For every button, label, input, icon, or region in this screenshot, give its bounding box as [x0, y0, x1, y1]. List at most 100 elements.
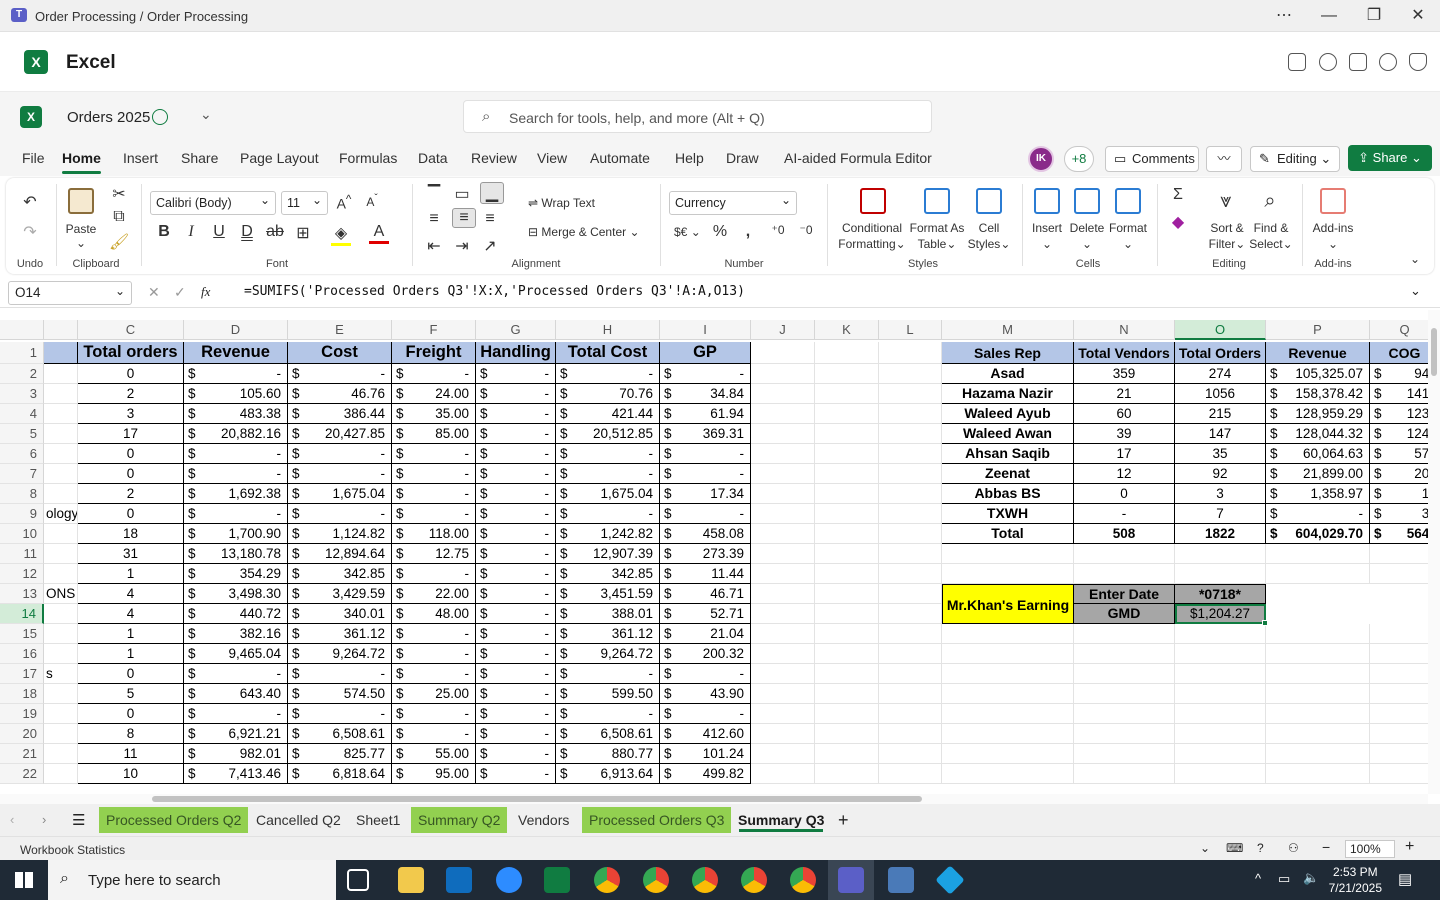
- money-cell-d[interactable]: $13,180.78: [184, 544, 288, 564]
- grid-cell[interactable]: [751, 604, 815, 624]
- grid-cell[interactable]: [751, 744, 815, 764]
- grid-cell[interactable]: [1370, 684, 1428, 704]
- cell-b-partial[interactable]: [44, 564, 78, 584]
- money-cell-h[interactable]: $880.77: [556, 744, 660, 764]
- money-cell-d[interactable]: $20,882.16: [184, 424, 288, 444]
- font-color-icon[interactable]: A: [369, 223, 389, 244]
- more-collaborators[interactable]: +8: [1064, 146, 1094, 172]
- total-orders-cell[interactable]: 0: [78, 364, 184, 384]
- grid-cell[interactable]: [1370, 624, 1428, 644]
- grid-cell[interactable]: [815, 744, 879, 764]
- task-view-icon[interactable]: [347, 869, 369, 891]
- grid-cell[interactable]: [751, 424, 815, 444]
- earning-amount-cell[interactable]: $1,204.27: [1175, 604, 1266, 624]
- header-i[interactable]: GP: [660, 342, 751, 364]
- cell-b-partial[interactable]: [44, 444, 78, 464]
- grid-cell[interactable]: [815, 384, 879, 404]
- horizontal-scrollbar[interactable]: [0, 794, 1428, 804]
- money-cell-h[interactable]: $ -: [556, 504, 660, 524]
- money-cell-g[interactable]: $ -: [476, 664, 556, 684]
- right-cell-m[interactable]: Zeenat: [942, 464, 1074, 484]
- taskbar-search-input[interactable]: Type here to search: [88, 872, 221, 889]
- taskbar-search[interactable]: ⌕ Type here to search: [48, 860, 336, 900]
- grid-cell[interactable]: [1266, 544, 1370, 564]
- grid-cell[interactable]: [1074, 624, 1175, 644]
- cell-b-partial[interactable]: [44, 484, 78, 504]
- money-cell-d[interactable]: $ -: [184, 444, 288, 464]
- status-chevron-icon[interactable]: ⌄: [1200, 841, 1210, 855]
- increase-indent-icon[interactable]: ⇥: [452, 236, 472, 256]
- row-header-15[interactable]: 15: [0, 624, 44, 644]
- cell-b-partial[interactable]: [44, 764, 78, 784]
- money-cell-i[interactable]: $ -: [660, 504, 751, 524]
- grid-cell[interactable]: [1074, 544, 1175, 564]
- header-f[interactable]: Freight: [392, 342, 476, 364]
- grid-cell[interactable]: [1266, 764, 1370, 784]
- gmd-label[interactable]: GMD: [1074, 604, 1175, 624]
- sheet-tab-sheet1[interactable]: Sheet1: [349, 807, 407, 833]
- right-money-p[interactable]: $128,959.29: [1266, 404, 1370, 424]
- right-cell-n[interactable]: 12: [1074, 464, 1175, 484]
- grid-cell[interactable]: [815, 464, 879, 484]
- insert-cells-icon[interactable]: [1034, 188, 1060, 214]
- money-cell-h[interactable]: $12,907.39: [556, 544, 660, 564]
- cell-b-partial[interactable]: ology: [44, 504, 78, 524]
- avatar[interactable]: IK: [1028, 146, 1054, 172]
- row-header-3[interactable]: 3: [0, 384, 44, 404]
- tab-data[interactable]: Data: [418, 150, 448, 166]
- grid-cell[interactable]: [815, 684, 879, 704]
- header-h[interactable]: Total Cost: [556, 342, 660, 364]
- money-cell-g[interactable]: $ -: [476, 544, 556, 564]
- money-cell-i[interactable]: $101.24: [660, 744, 751, 764]
- right-money-q[interactable]: $94,: [1370, 364, 1428, 384]
- grid-cell[interactable]: [1266, 564, 1370, 584]
- grid-cell[interactable]: [879, 624, 942, 644]
- total-orders-cell[interactable]: 1: [78, 624, 184, 644]
- fill-handle[interactable]: [1262, 620, 1268, 626]
- network-icon[interactable]: ▭: [1278, 871, 1290, 887]
- minimize-button[interactable]: —: [1309, 4, 1349, 28]
- grow-font-icon[interactable]: A^: [334, 193, 354, 212]
- all-sheets-icon[interactable]: ☰: [72, 811, 85, 829]
- column-header-m[interactable]: M: [942, 320, 1074, 340]
- double-underline-icon[interactable]: D: [237, 223, 257, 241]
- money-cell-e[interactable]: $6,818.64: [288, 764, 392, 784]
- grid-cell[interactable]: [1370, 744, 1428, 764]
- grid-cell[interactable]: [879, 664, 942, 684]
- restore-button[interactable]: ❐: [1354, 4, 1394, 28]
- total-orders-cell[interactable]: 5: [78, 684, 184, 704]
- money-cell-h[interactable]: $ -: [556, 664, 660, 684]
- grid-cell[interactable]: [1370, 724, 1428, 744]
- right-money-q[interactable]: $3,: [1370, 504, 1428, 524]
- sheet-tab-processed-orders-q3[interactable]: Processed Orders Q3: [582, 807, 732, 833]
- cell-b-partial[interactable]: s: [44, 664, 78, 684]
- right-cell-n[interactable]: -: [1074, 504, 1175, 524]
- grid-cell[interactable]: [1370, 704, 1428, 724]
- right-cell-o[interactable]: 274: [1175, 364, 1266, 384]
- money-cell-g[interactable]: $ -: [476, 724, 556, 744]
- right-header-p[interactable]: Revenue: [1266, 342, 1370, 364]
- grid-cell[interactable]: [879, 424, 942, 444]
- row-header-6[interactable]: 6: [0, 444, 44, 464]
- right-cell-m[interactable]: Total: [942, 524, 1074, 544]
- column-header-p[interactable]: P: [1266, 320, 1370, 340]
- grid-cell[interactable]: [942, 664, 1074, 684]
- grid-cell[interactable]: [751, 364, 815, 384]
- grid-cell[interactable]: [815, 584, 879, 604]
- money-cell-e[interactable]: $1,675.04: [288, 484, 392, 504]
- grid-cell[interactable]: [879, 684, 942, 704]
- grid-cell[interactable]: [751, 504, 815, 524]
- money-cell-d[interactable]: $1,692.38: [184, 484, 288, 504]
- money-cell-d[interactable]: $ -: [184, 664, 288, 684]
- sheet-tab-cancelled-q2[interactable]: Cancelled Q2: [249, 807, 348, 833]
- money-cell-g[interactable]: $ -: [476, 504, 556, 524]
- zoom-select[interactable]: 100%: [1345, 840, 1395, 858]
- grid-cell[interactable]: [1266, 724, 1370, 744]
- money-cell-h[interactable]: $ -: [556, 464, 660, 484]
- money-cell-e[interactable]: $3,429.59: [288, 584, 392, 604]
- tab-share[interactable]: Share: [181, 150, 218, 166]
- grid-cell[interactable]: [815, 604, 879, 624]
- money-cell-f[interactable]: $85.00: [392, 424, 476, 444]
- volume-icon[interactable]: 🔈: [1303, 870, 1319, 886]
- grid-cell[interactable]: [751, 624, 815, 644]
